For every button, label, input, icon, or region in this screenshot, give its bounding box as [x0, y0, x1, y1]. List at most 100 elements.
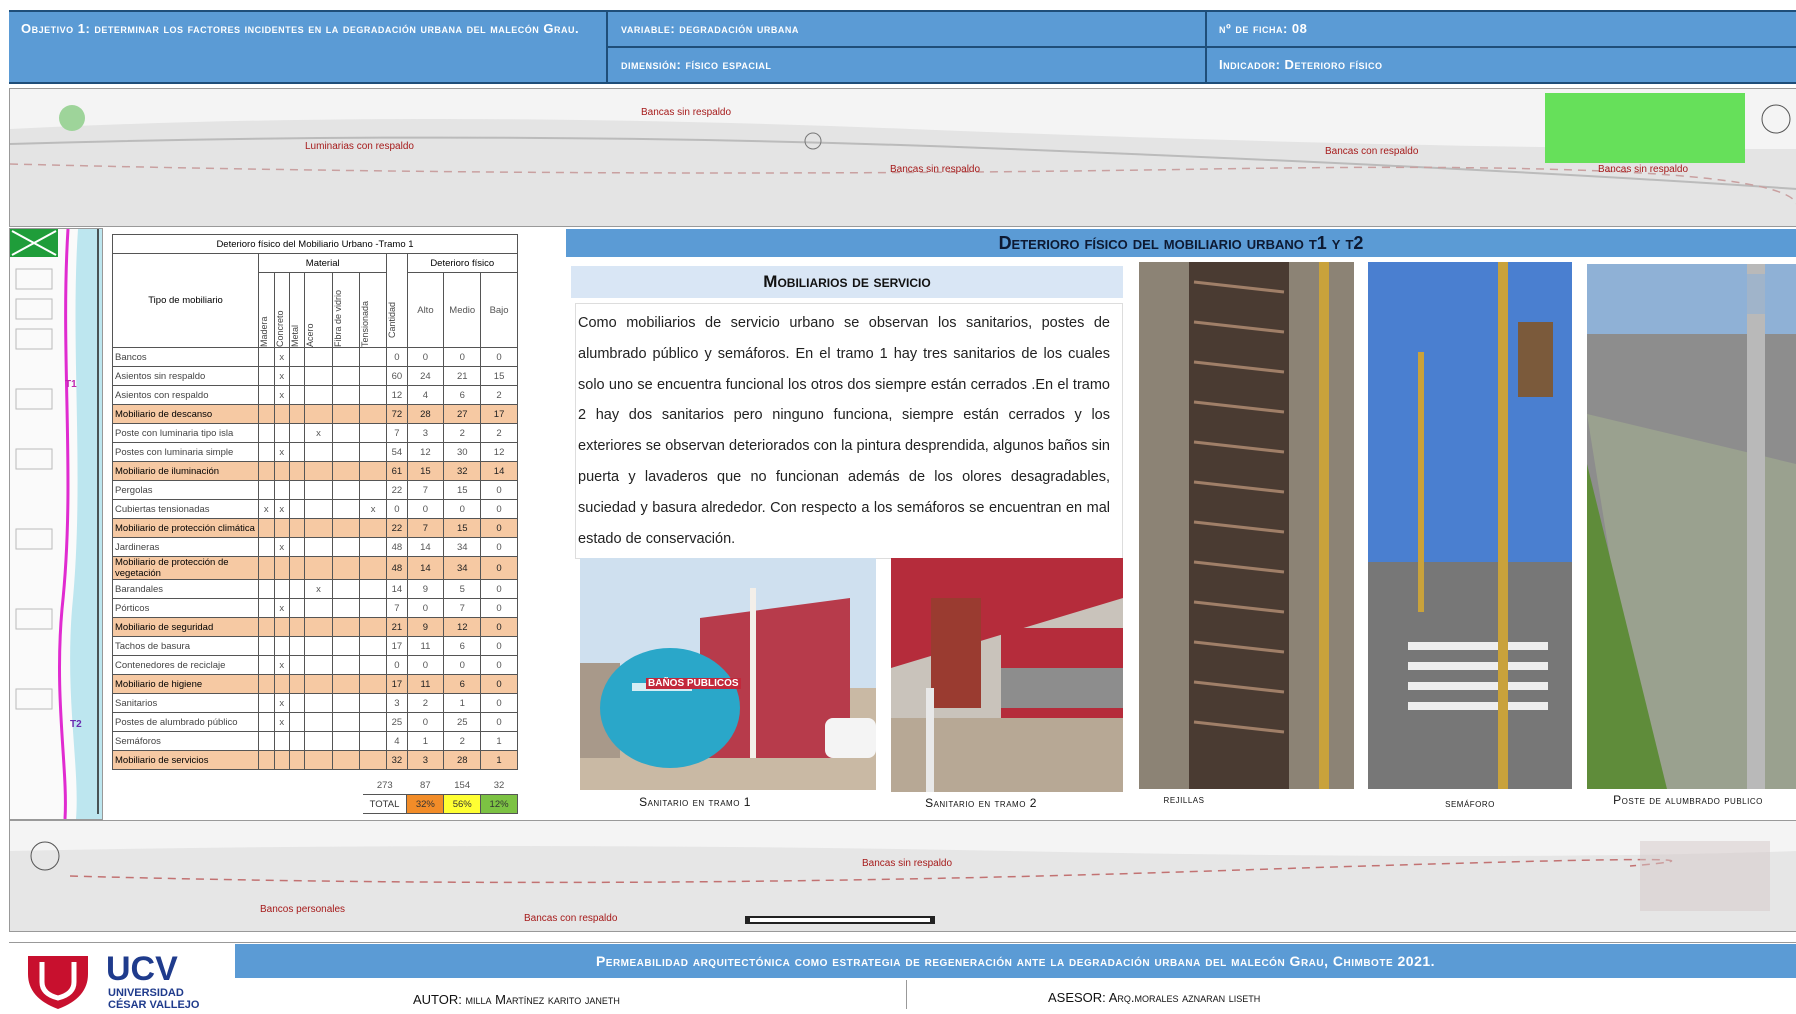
logo-ucv: UCV — [106, 950, 178, 988]
table-subtotal-row: Mobiliario de seguridad 21 9 12 0 — [111, 617, 518, 637]
table-row: Poste con luminaria tipo isla x 7 3 2 2 — [111, 423, 518, 443]
cell-alto: 24 — [406, 366, 445, 386]
cell-medio: 6 — [443, 674, 482, 694]
row-name: Bancos — [111, 347, 260, 367]
cell-alto: 0 — [406, 655, 445, 675]
material-mark — [258, 731, 275, 751]
photo-semaforo — [1368, 262, 1572, 789]
material-mark — [258, 347, 275, 367]
material-mark — [359, 731, 388, 751]
cell-bajo: 1 — [480, 731, 518, 751]
table-row: Postes con luminaria simple x 54 12 30 12 — [111, 442, 518, 462]
cell-alto: 0 — [406, 712, 445, 732]
col-material: Material — [258, 253, 388, 273]
subsection-title: Mobiliarios de servicio — [571, 266, 1123, 298]
row-name: Asientos sin respaldo — [111, 366, 260, 386]
material-mark — [331, 347, 361, 367]
material-header: Concreto — [274, 310, 285, 347]
row-name: Tachos de basura — [111, 636, 260, 656]
cell-bajo: 0 — [480, 556, 518, 580]
row-name: Pórticos — [111, 598, 260, 618]
row-name: Asientos con respaldo — [111, 385, 260, 405]
material-mark — [288, 499, 306, 519]
material-mark — [359, 674, 388, 694]
cell-alto: 28 — [406, 404, 445, 424]
row-name: Poste con luminaria tipo isla — [111, 423, 260, 443]
material-mark — [331, 674, 361, 694]
photo-poste — [1587, 264, 1796, 789]
material-mark — [258, 518, 275, 538]
material-mark — [258, 712, 275, 732]
material-header: Fibra de vidrio — [332, 289, 343, 347]
material-mark: x — [273, 347, 290, 367]
sanitario-sign: BAÑOS PUBLICOS — [646, 678, 741, 689]
material-mark — [331, 442, 361, 462]
material-mark — [331, 461, 361, 481]
material-mark — [304, 674, 333, 694]
cell-medio: 0 — [443, 655, 482, 675]
material-mark — [288, 674, 306, 694]
map-label: Bancas sin respaldo — [862, 858, 953, 869]
table-row: Tachos de basura 17 11 6 0 — [111, 636, 518, 656]
cell-medio: 27 — [443, 404, 482, 424]
row-name: Barandales — [111, 579, 260, 599]
plan-map-top: Bancas sin respaldo Luminarias con respa… — [9, 88, 1796, 227]
material-mark — [258, 480, 275, 500]
cell-bajo: 1 — [480, 750, 518, 770]
section-title: Deterioro físico del mobiliario urbano t… — [566, 229, 1796, 257]
table-row: Contenedores de reciclaje x 0 0 0 0 — [111, 655, 518, 675]
header-indicador: Indicador: Deterioro físico — [1219, 57, 1383, 72]
table-row: Asientos sin respaldo x 60 24 21 15 — [111, 366, 518, 386]
caption-poste: Poste de alumbrado publico — [1613, 793, 1763, 807]
material-mark — [258, 442, 275, 462]
material-mark — [304, 556, 333, 580]
material-header: Metal — [289, 324, 300, 347]
material-mark — [304, 655, 333, 675]
header-dimension: dimensión: físico espacial — [621, 57, 772, 72]
row-name: Postes con luminaria simple — [111, 442, 260, 462]
footer-asesor: ASESOR: Arq.morales aznaran liseth — [1048, 990, 1261, 1005]
material-mark — [331, 518, 361, 538]
cell-cant: 25 — [386, 712, 408, 732]
total-bajo: 32 — [493, 779, 505, 791]
map-label: Bancos personales — [260, 904, 346, 915]
material-mark — [273, 518, 290, 538]
material-mark: x — [273, 385, 290, 405]
material-mark — [288, 404, 306, 424]
material-mark — [288, 617, 306, 637]
material-mark — [304, 461, 333, 481]
row-name: Contenedores de reciclaje — [111, 655, 260, 675]
material-mark — [304, 404, 333, 424]
material-mark — [258, 636, 275, 656]
cell-bajo: 0 — [480, 598, 518, 618]
cell-cant: 48 — [386, 556, 408, 580]
row-name: Mobiliario de protección de vegetación — [111, 556, 260, 580]
material-mark — [258, 598, 275, 618]
row-name: Mobiliario de descanso — [111, 404, 260, 424]
material-mark — [273, 636, 290, 656]
cell-cant: 4 — [386, 731, 408, 751]
col-deterioro: Deterioro físico — [406, 253, 519, 273]
cell-alto: 4 — [406, 385, 445, 405]
cell-alto: 11 — [406, 674, 445, 694]
level-header: Medio — [443, 272, 482, 348]
level-header: Bajo — [480, 272, 518, 348]
caption-semaforo: semáforo — [1445, 796, 1495, 810]
pct-bajo: 12% — [480, 794, 518, 814]
material-mark: x — [273, 655, 290, 675]
material-mark: x — [304, 423, 333, 443]
cell-bajo: 12 — [480, 442, 518, 462]
cell-alto: 3 — [406, 750, 445, 770]
material-mark — [304, 693, 333, 713]
material-mark — [288, 750, 306, 770]
cell-medio: 0 — [443, 347, 482, 367]
total-medio: 154 — [454, 779, 471, 791]
material-mark — [331, 480, 361, 500]
material-mark — [359, 579, 388, 599]
caption-sanitario-tramo2: Sanitario en tramo 2 — [925, 796, 1037, 810]
cell-alto: 1 — [406, 731, 445, 751]
material-mark — [288, 636, 306, 656]
material-mark: x — [273, 598, 290, 618]
material-mark — [258, 617, 275, 637]
cell-medio: 12 — [443, 617, 482, 637]
